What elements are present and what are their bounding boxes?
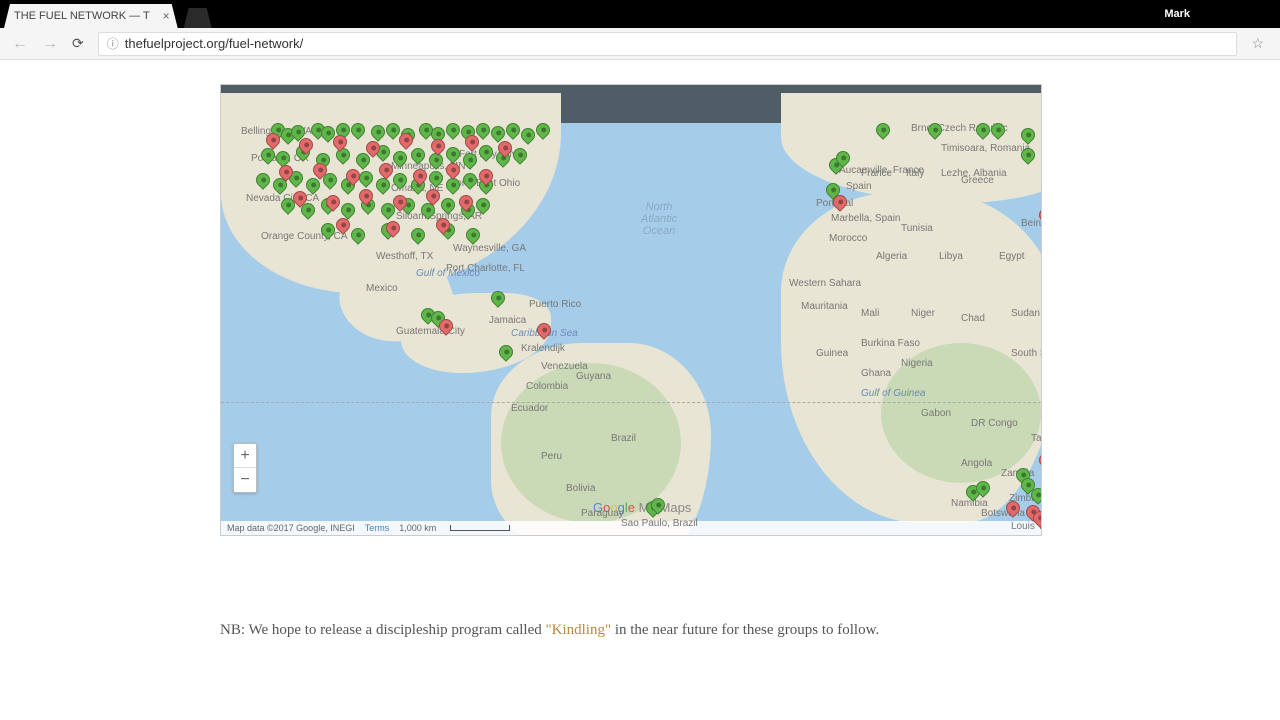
- map-label: Gabon: [921, 408, 951, 419]
- map-label: Beirut, L: [1021, 218, 1042, 229]
- back-button[interactable]: ←: [12, 35, 28, 53]
- map-embed: Fuel Small Groups ★ NorthAtlanticOcean G…: [220, 84, 1042, 536]
- new-tab-button[interactable]: [184, 8, 212, 28]
- scale-label: 1,000 km: [399, 523, 436, 533]
- map-label: Niger: [911, 308, 935, 319]
- map-label: Puerto Rico: [529, 299, 581, 310]
- map-label: South Sudan: [1011, 348, 1042, 359]
- map-label: Algeria: [876, 251, 907, 262]
- map-label: Tanzania: [1031, 433, 1042, 444]
- map-label: Western Sahara: [789, 278, 861, 289]
- close-tab-icon[interactable]: ×: [163, 9, 170, 23]
- kindling-link[interactable]: "Kindling": [546, 622, 612, 638]
- map-label: Waynesville, GA: [453, 243, 526, 254]
- map-label: Libya: [939, 251, 963, 262]
- map-label: Kralendijk: [521, 343, 565, 354]
- map-label: Colombia: [526, 381, 568, 392]
- map-label: Bolivia: [566, 483, 595, 494]
- info-icon[interactable]: ⓘ: [107, 35, 119, 52]
- map-label: Ecuador: [511, 403, 548, 414]
- map-label: Nigeria: [901, 358, 933, 369]
- url-text: thefuelproject.org/fuel-network/: [125, 36, 303, 51]
- scale-bar: [450, 525, 510, 531]
- map-label: Peru: [541, 451, 562, 462]
- map-label: Guinea: [816, 348, 848, 359]
- map-label: Jamaica: [489, 315, 526, 326]
- map-label: Guatemala City: [396, 326, 465, 337]
- map-label: Egypt: [999, 251, 1025, 262]
- map-label: Sudan: [1011, 308, 1040, 319]
- map-label: Timisoara, Romania: [941, 143, 1030, 154]
- note-suffix: in the near future for these groups to f…: [611, 622, 879, 638]
- map-label: Morocco: [829, 233, 867, 244]
- map-label: Tunisia: [901, 223, 933, 234]
- map-label: Sao Paulo, Brazil: [621, 518, 698, 529]
- zoom-control: + −: [233, 443, 257, 493]
- map-label: Ghana: [861, 368, 891, 379]
- map-label: Mauritania: [801, 301, 848, 312]
- map-label: Chad: [961, 313, 985, 324]
- page-note: NB: We hope to release a discipleship pr…: [220, 622, 1060, 639]
- map-label: Marbella, Spain: [831, 213, 900, 224]
- map-label: Brazil: [611, 433, 636, 444]
- profile-name[interactable]: Mark: [1164, 8, 1190, 20]
- map-label: DR Congo: [971, 418, 1018, 429]
- map-canvas[interactable]: NorthAtlanticOcean Google My Maps + − Ma…: [221, 123, 1041, 535]
- map-label: Lezhe, Albania: [941, 168, 1007, 179]
- map-label: Gulf of Mexico: [416, 268, 480, 279]
- equator-line: [221, 402, 1041, 403]
- map-copyright: Map data ©2017 Google, INEGI: [227, 523, 355, 533]
- ocean-label: NorthAtlanticOcean: [641, 201, 677, 237]
- url-input[interactable]: ⓘ thefuelproject.org/fuel-network/: [98, 32, 1238, 56]
- map-label: Spain: [846, 181, 872, 192]
- map-label: Guyana: [576, 371, 611, 382]
- browser-tab[interactable]: THE FUEL NETWORK — T ×: [4, 4, 178, 28]
- bookmark-star-icon[interactable]: ☆: [1251, 35, 1264, 52]
- map-label: Mali: [861, 308, 879, 319]
- reload-button[interactable]: ⟳: [72, 35, 84, 52]
- map-label: Burkina Faso: [861, 338, 920, 349]
- forward-button: →: [42, 35, 58, 53]
- map-label: Gulf of Guinea: [861, 388, 925, 399]
- map-label: Westhoff, TX: [376, 251, 433, 262]
- tab-title: THE FUEL NETWORK — T: [14, 10, 150, 22]
- page-body: Fuel Small Groups ★ NorthAtlanticOcean G…: [0, 60, 1280, 639]
- map-label: Mexico: [366, 283, 398, 294]
- zoom-in-button[interactable]: +: [234, 444, 256, 468]
- map-label: Paraguay: [581, 508, 624, 519]
- map-label: Aucamville, France: [839, 165, 924, 176]
- browser-tab-bar: THE FUEL NETWORK — T × Mark: [0, 0, 1280, 28]
- zoom-out-button[interactable]: −: [234, 468, 256, 492]
- map-label: Angola: [961, 458, 992, 469]
- terms-link[interactable]: Terms: [365, 523, 390, 533]
- address-bar: ← → ⟳ ⓘ thefuelproject.org/fuel-network/…: [0, 28, 1280, 60]
- note-prefix: NB: We hope to release a discipleship pr…: [220, 622, 546, 638]
